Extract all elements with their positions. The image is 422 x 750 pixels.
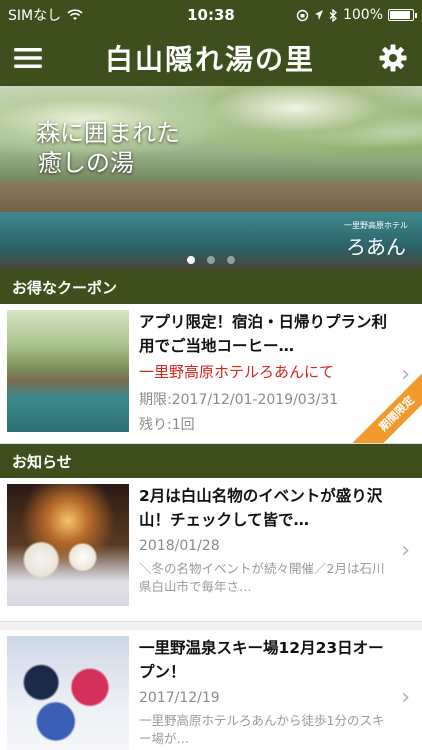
carousel-dot[interactable] bbox=[227, 256, 235, 264]
coupon-section-header: お得なクーポン bbox=[0, 270, 422, 304]
hero-tagline-line2: 癒しの湯 bbox=[38, 149, 134, 177]
hotel-logo-caption: 一里野高原ホテル bbox=[344, 221, 408, 230]
hero-tagline: 森に囲まれた 癒しの湯 bbox=[36, 118, 180, 178]
carousel-indicator[interactable] bbox=[0, 256, 422, 264]
chevron-right-icon: › bbox=[401, 537, 410, 563]
chevron-right-icon: › bbox=[401, 684, 410, 710]
news-date: 2018/01/28 bbox=[139, 538, 220, 554]
hotel-logo: 一里野高原ホテル ろあん bbox=[344, 220, 408, 260]
nav-bar: 白山隠れ湯の里 bbox=[0, 30, 422, 86]
carousel-dot[interactable] bbox=[207, 256, 215, 264]
coupon-place: 一里野高原ホテルろあんにて bbox=[139, 363, 335, 381]
coupon-period: 期限:2017/12/01-2019/03/31 bbox=[139, 392, 339, 408]
news-date: 2017/12/19 bbox=[139, 690, 220, 706]
news-title: 2月は白山名物のイベントが盛り沢山！チェックして皆で… bbox=[139, 487, 383, 529]
coupon-thumbnail bbox=[7, 310, 129, 432]
news-title: 一里野温泉スキー場12月23日オープン！ bbox=[139, 639, 384, 681]
coupon-card[interactable]: アプリ限定！宿泊・日帰りプラン利用でご当地コーヒー… 一里野高原ホテルろあんにて… bbox=[0, 304, 422, 444]
news-description: ＼冬の名物イベントが続々開催／2月は石川県白山市で毎年さ… bbox=[139, 561, 385, 594]
news-thumbnail bbox=[7, 484, 129, 606]
news-section-header: お知らせ bbox=[0, 444, 422, 478]
chevron-right-icon: › bbox=[401, 361, 410, 387]
status-time: 10:38 bbox=[187, 6, 235, 24]
news-description: 一里野高原ホテルろあんから徒歩1分のスキー場が… bbox=[139, 713, 385, 746]
app-title: 白山隠れ湯の里 bbox=[104, 43, 315, 76]
news-thumbnail bbox=[7, 636, 129, 750]
coupon-title: アプリ限定！宿泊・日帰りプラン利用でご当地コーヒー… bbox=[139, 313, 388, 355]
coupon-remaining: 残り:1回 bbox=[139, 417, 195, 433]
news-item[interactable]: 一里野温泉スキー場12月23日オープン！ 2017/12/19 一里野高原ホテル… bbox=[0, 630, 422, 750]
gear-icon[interactable] bbox=[378, 43, 408, 73]
hamburger-menu-icon[interactable] bbox=[14, 47, 42, 69]
carousel-dot[interactable] bbox=[187, 256, 195, 264]
battery-icon bbox=[388, 9, 417, 21]
status-bar: SIMなし 10:38 100% bbox=[0, 0, 422, 30]
list-separator bbox=[0, 622, 422, 630]
hero-banner[interactable]: 森に囲まれた 癒しの湯 一里野高原ホテル ろあん bbox=[0, 86, 422, 270]
news-item[interactable]: 2月は白山名物のイベントが盛り沢山！チェックして皆で… 2018/01/28 ＼… bbox=[0, 478, 422, 622]
hero-tagline-line1: 森に囲まれた bbox=[36, 119, 180, 147]
